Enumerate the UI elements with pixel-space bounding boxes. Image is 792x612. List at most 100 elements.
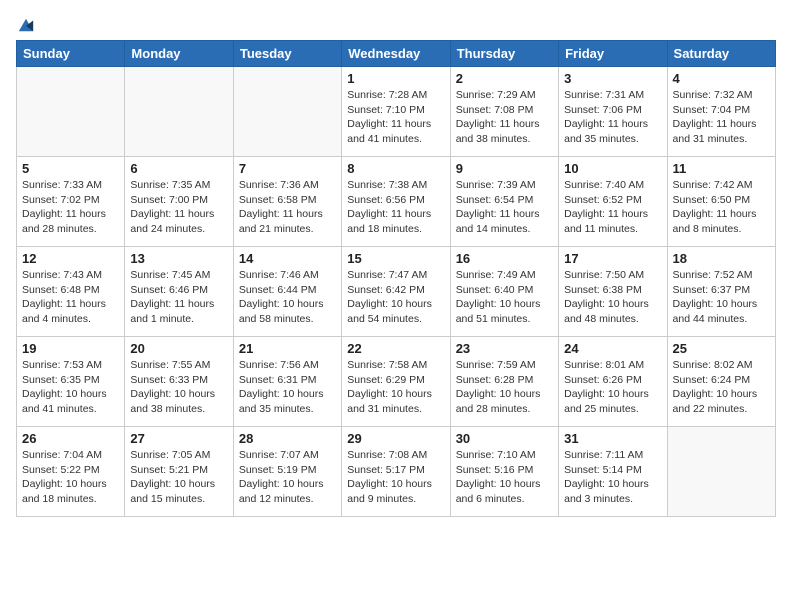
- calendar-cell: 7 Sunrise: 7:36 AM Sunset: 6:58 PM Daylig…: [233, 157, 341, 247]
- day-number: 17: [564, 251, 661, 266]
- calendar-cell: 31 Sunrise: 7:11 AM Sunset: 5:14 PM Dayli…: [559, 427, 667, 517]
- day-number: 7: [239, 161, 336, 176]
- week-row-5: 26 Sunrise: 7:04 AM Sunset: 5:22 PM Dayli…: [17, 427, 776, 517]
- day-number: 4: [673, 71, 770, 86]
- day-info: Sunrise: 7:53 AM Sunset: 6:35 PM Dayligh…: [22, 358, 119, 417]
- calendar-cell: 17 Sunrise: 7:50 AM Sunset: 6:38 PM Dayli…: [559, 247, 667, 337]
- calendar-cell: 10 Sunrise: 7:40 AM Sunset: 6:52 PM Dayli…: [559, 157, 667, 247]
- day-info: Sunrise: 7:52 AM Sunset: 6:37 PM Dayligh…: [673, 268, 770, 327]
- day-info: Sunrise: 7:55 AM Sunset: 6:33 PM Dayligh…: [130, 358, 227, 417]
- day-number: 19: [22, 341, 119, 356]
- calendar-cell: 18 Sunrise: 7:52 AM Sunset: 6:37 PM Dayli…: [667, 247, 775, 337]
- day-info: Sunrise: 7:50 AM Sunset: 6:38 PM Dayligh…: [564, 268, 661, 327]
- day-info: Sunrise: 7:39 AM Sunset: 6:54 PM Dayligh…: [456, 178, 553, 237]
- day-number: 11: [673, 161, 770, 176]
- calendar-cell: [17, 67, 125, 157]
- day-number: 8: [347, 161, 444, 176]
- calendar-cell: 21 Sunrise: 7:56 AM Sunset: 6:31 PM Dayli…: [233, 337, 341, 427]
- calendar-cell: 15 Sunrise: 7:47 AM Sunset: 6:42 PM Dayli…: [342, 247, 450, 337]
- day-info: Sunrise: 8:01 AM Sunset: 6:26 PM Dayligh…: [564, 358, 661, 417]
- calendar-cell: 20Sunrise: 7:55 AM Sunset: 6:33 PM Dayli…: [125, 337, 233, 427]
- day-info: Sunrise: 7:11 AM Sunset: 5:14 PM Dayligh…: [564, 448, 661, 507]
- day-info: Sunrise: 7:38 AM Sunset: 6:56 PM Dayligh…: [347, 178, 444, 237]
- calendar-cell: [233, 67, 341, 157]
- calendar-cell: 11 Sunrise: 7:42 AM Sunset: 6:50 PM Dayli…: [667, 157, 775, 247]
- calendar-cell: 22 Sunrise: 7:58 AM Sunset: 6:29 PM Dayli…: [342, 337, 450, 427]
- calendar-cell: 28Sunrise: 7:07 AM Sunset: 5:19 PM Dayli…: [233, 427, 341, 517]
- day-info: Sunrise: 7:58 AM Sunset: 6:29 PM Dayligh…: [347, 358, 444, 417]
- weekday-header-friday: Friday: [559, 41, 667, 67]
- day-number: 25: [673, 341, 770, 356]
- day-number: 30: [456, 431, 553, 446]
- calendar-cell: 23 Sunrise: 7:59 AM Sunset: 6:28 PM Dayli…: [450, 337, 558, 427]
- logo-icon: [17, 16, 35, 34]
- day-info: Sunrise: 7:47 AM Sunset: 6:42 PM Dayligh…: [347, 268, 444, 327]
- day-info: Sunrise: 7:42 AM Sunset: 6:50 PM Dayligh…: [673, 178, 770, 237]
- calendar-cell: [125, 67, 233, 157]
- day-info: Sunrise: 7:36 AM Sunset: 6:58 PM Dayligh…: [239, 178, 336, 237]
- day-number: 16: [456, 251, 553, 266]
- calendar-cell: 5 Sunrise: 7:33 AM Sunset: 7:02 PM Daylig…: [17, 157, 125, 247]
- day-number: 9: [456, 161, 553, 176]
- day-number: 10: [564, 161, 661, 176]
- day-info: Sunrise: 7:56 AM Sunset: 6:31 PM Dayligh…: [239, 358, 336, 417]
- week-row-2: 5 Sunrise: 7:33 AM Sunset: 7:02 PM Daylig…: [17, 157, 776, 247]
- week-row-3: 12 Sunrise: 7:43 AM Sunset: 6:48 PM Dayli…: [17, 247, 776, 337]
- calendar-cell: 27 Sunrise: 7:05 AM Sunset: 5:21 PM Dayli…: [125, 427, 233, 517]
- calendar-cell: 14Sunrise: 7:46 AM Sunset: 6:44 PM Dayli…: [233, 247, 341, 337]
- calendar-cell: 8 Sunrise: 7:38 AM Sunset: 6:56 PM Daylig…: [342, 157, 450, 247]
- day-number: 29: [347, 431, 444, 446]
- calendar-cell: 29 Sunrise: 7:08 AM Sunset: 5:17 PM Dayli…: [342, 427, 450, 517]
- calendar-cell: 6Sunrise: 7:35 AM Sunset: 7:00 PM Daylig…: [125, 157, 233, 247]
- day-number: 2: [456, 71, 553, 86]
- calendar-cell: 3Sunrise: 7:31 AM Sunset: 7:06 PM Daylig…: [559, 67, 667, 157]
- calendar-cell: 4Sunrise: 7:32 AM Sunset: 7:04 PM Daylig…: [667, 67, 775, 157]
- day-info: Sunrise: 7:35 AM Sunset: 7:00 PM Dayligh…: [130, 178, 227, 237]
- day-number: 21: [239, 341, 336, 356]
- day-number: 3: [564, 71, 661, 86]
- calendar-cell: 2 Sunrise: 7:29 AM Sunset: 7:08 PM Daylig…: [450, 67, 558, 157]
- day-number: 5: [22, 161, 119, 176]
- calendar-cell: 26 Sunrise: 7:04 AM Sunset: 5:22 PM Dayli…: [17, 427, 125, 517]
- day-number: 22: [347, 341, 444, 356]
- day-number: 31: [564, 431, 661, 446]
- day-number: 12: [22, 251, 119, 266]
- day-info: Sunrise: 7:49 AM Sunset: 6:40 PM Dayligh…: [456, 268, 553, 327]
- calendar-cell: 13Sunrise: 7:45 AM Sunset: 6:46 PM Dayli…: [125, 247, 233, 337]
- page-header: [16, 16, 776, 30]
- weekday-header-row: SundayMondayTuesdayWednesdayThursdayFrid…: [17, 41, 776, 67]
- day-info: Sunrise: 7:59 AM Sunset: 6:28 PM Dayligh…: [456, 358, 553, 417]
- day-number: 15: [347, 251, 444, 266]
- logo: [16, 16, 35, 30]
- weekday-header-thursday: Thursday: [450, 41, 558, 67]
- day-info: Sunrise: 7:04 AM Sunset: 5:22 PM Dayligh…: [22, 448, 119, 507]
- calendar-cell: 9 Sunrise: 7:39 AM Sunset: 6:54 PM Daylig…: [450, 157, 558, 247]
- day-info: Sunrise: 7:08 AM Sunset: 5:17 PM Dayligh…: [347, 448, 444, 507]
- weekday-header-monday: Monday: [125, 41, 233, 67]
- week-row-1: 1Sunrise: 7:28 AM Sunset: 7:10 PM Daylig…: [17, 67, 776, 157]
- calendar-cell: 16 Sunrise: 7:49 AM Sunset: 6:40 PM Dayli…: [450, 247, 558, 337]
- day-number: 18: [673, 251, 770, 266]
- day-number: 28: [239, 431, 336, 446]
- day-number: 24: [564, 341, 661, 356]
- weekday-header-sunday: Sunday: [17, 41, 125, 67]
- calendar-cell: 25Sunrise: 8:02 AM Sunset: 6:24 PM Dayli…: [667, 337, 775, 427]
- day-number: 27: [130, 431, 227, 446]
- day-number: 23: [456, 341, 553, 356]
- calendar-cell: 30 Sunrise: 7:10 AM Sunset: 5:16 PM Dayli…: [450, 427, 558, 517]
- day-number: 26: [22, 431, 119, 446]
- calendar-cell: [667, 427, 775, 517]
- day-info: Sunrise: 7:10 AM Sunset: 5:16 PM Dayligh…: [456, 448, 553, 507]
- day-info: Sunrise: 7:33 AM Sunset: 7:02 PM Dayligh…: [22, 178, 119, 237]
- day-info: Sunrise: 7:45 AM Sunset: 6:46 PM Dayligh…: [130, 268, 227, 327]
- day-info: Sunrise: 7:40 AM Sunset: 6:52 PM Dayligh…: [564, 178, 661, 237]
- calendar-cell: 19 Sunrise: 7:53 AM Sunset: 6:35 PM Dayli…: [17, 337, 125, 427]
- day-number: 14: [239, 251, 336, 266]
- day-info: Sunrise: 7:05 AM Sunset: 5:21 PM Dayligh…: [130, 448, 227, 507]
- weekday-header-tuesday: Tuesday: [233, 41, 341, 67]
- weekday-header-saturday: Saturday: [667, 41, 775, 67]
- week-row-4: 19 Sunrise: 7:53 AM Sunset: 6:35 PM Dayli…: [17, 337, 776, 427]
- day-info: Sunrise: 7:28 AM Sunset: 7:10 PM Dayligh…: [347, 88, 444, 147]
- day-info: Sunrise: 7:29 AM Sunset: 7:08 PM Dayligh…: [456, 88, 553, 147]
- day-info: Sunrise: 7:43 AM Sunset: 6:48 PM Dayligh…: [22, 268, 119, 327]
